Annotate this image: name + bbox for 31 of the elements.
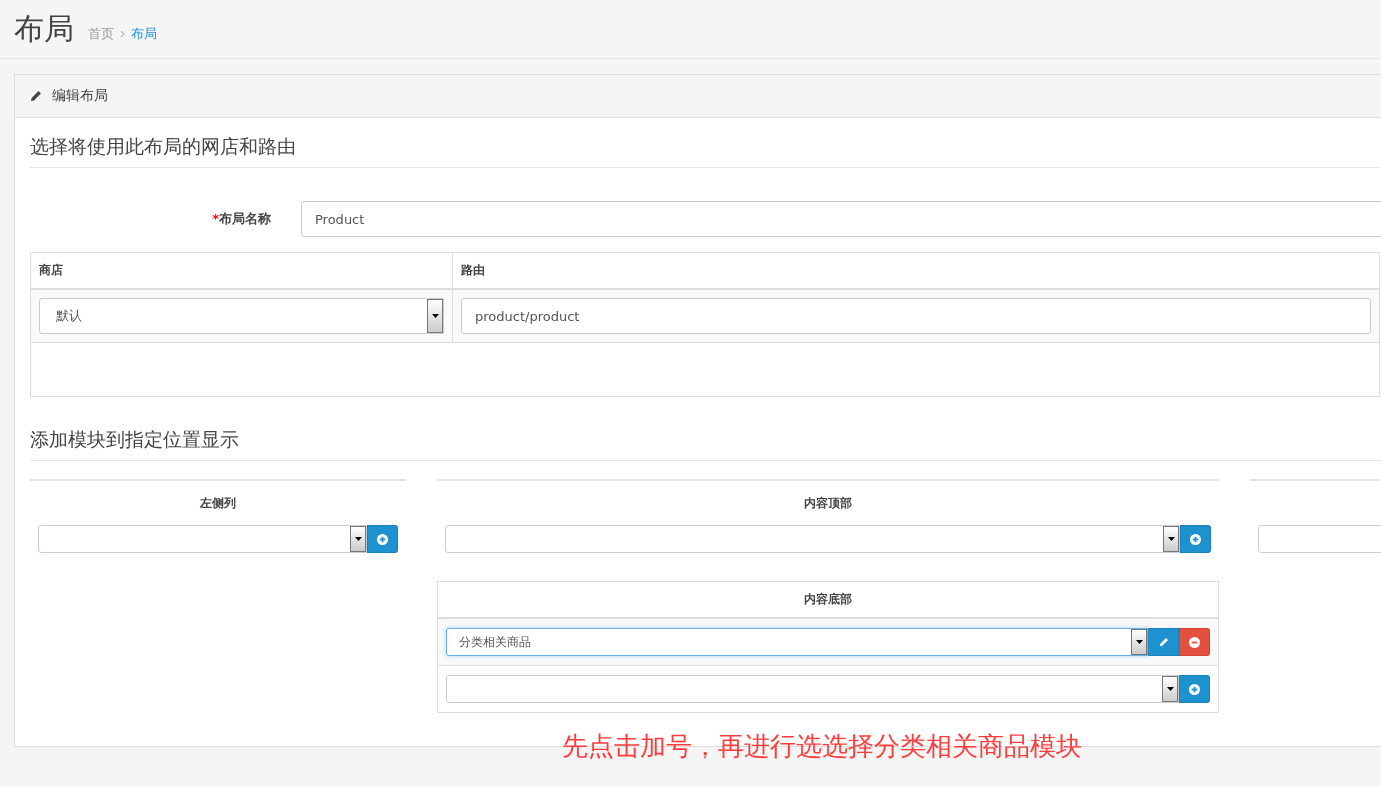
caret-icon bbox=[350, 526, 366, 552]
plus-circle-icon bbox=[1189, 683, 1200, 695]
position-title: 左侧列 bbox=[200, 494, 236, 512]
module-select[interactable]: 分类相关商品 bbox=[446, 628, 1148, 656]
store-select[interactable]: 默认 bbox=[39, 298, 444, 334]
caret-icon bbox=[1162, 676, 1178, 702]
add-button[interactable] bbox=[1179, 675, 1210, 703]
edit-button[interactable] bbox=[1148, 628, 1179, 656]
caret-icon bbox=[1131, 629, 1147, 655]
annotation-text: 先点击加号，再进行选选择分类相关商品模块 bbox=[562, 731, 1082, 763]
pencil-icon bbox=[30, 90, 42, 102]
route-input[interactable]: product/product bbox=[461, 298, 1371, 334]
breadcrumb-separator-icon bbox=[120, 30, 125, 38]
remove-button[interactable] bbox=[1179, 628, 1210, 656]
page-title: 布局 bbox=[14, 9, 74, 48]
position-title: 内容底部 bbox=[804, 591, 852, 608]
section-heading: 选择将使用此布局的网店和路由 bbox=[30, 134, 1381, 168]
field-label-text: 布局名称 bbox=[219, 211, 271, 226]
caret-icon bbox=[427, 299, 443, 333]
position-title: 内容顶部 bbox=[804, 494, 852, 512]
plus-circle-icon bbox=[1190, 533, 1201, 545]
section-heading: 添加模块到指定位置显示 bbox=[30, 427, 1381, 461]
caret-icon bbox=[1163, 526, 1179, 552]
panel-title: 编辑布局 bbox=[52, 87, 108, 105]
plus-circle-icon bbox=[377, 533, 388, 545]
add-button[interactable] bbox=[1180, 525, 1211, 553]
layout-name-input[interactable]: Product bbox=[301, 201, 1381, 237]
required-mark: * bbox=[212, 211, 219, 226]
minus-circle-icon bbox=[1189, 636, 1200, 648]
add-button[interactable] bbox=[367, 525, 398, 553]
pencil-icon bbox=[1158, 637, 1169, 647]
